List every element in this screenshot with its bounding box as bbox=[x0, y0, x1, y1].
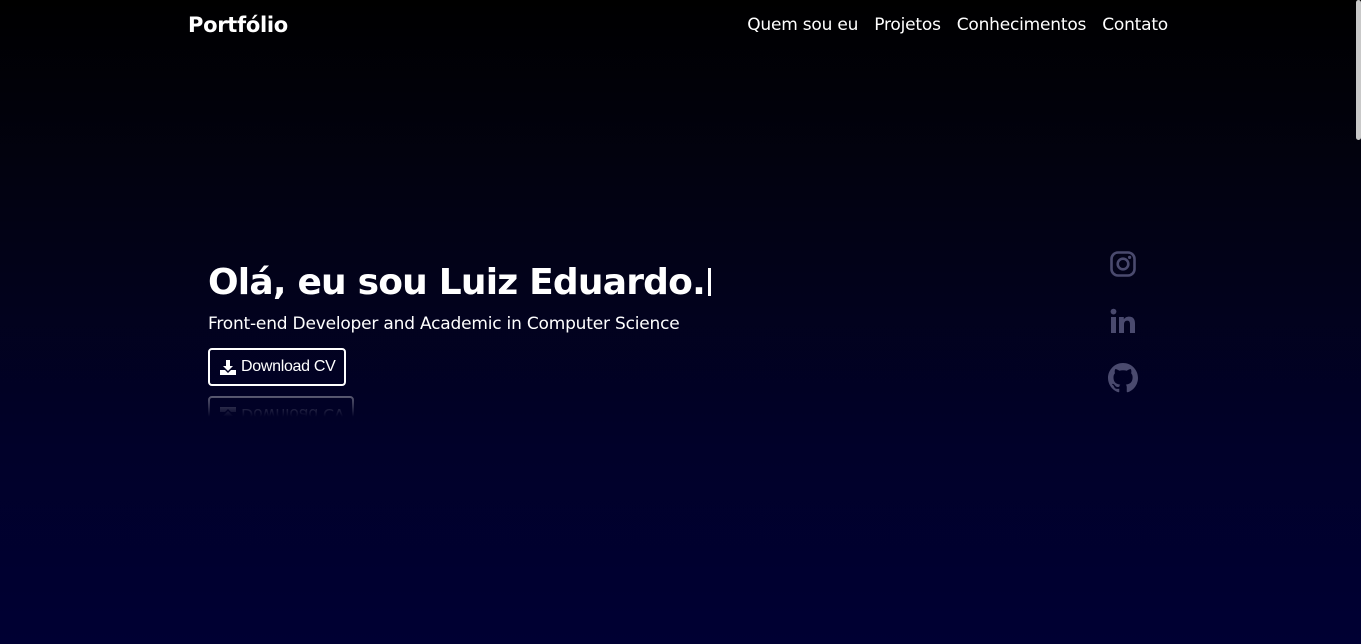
nav-link-conhecimentos[interactable]: Conhecimentos bbox=[957, 15, 1087, 35]
download-cv-reflection: Download CV bbox=[208, 396, 355, 434]
hero-section: Olá, eu sou Luiz Eduardo. Front-end Deve… bbox=[208, 258, 711, 334]
nav-link-quem-sou-eu[interactable]: Quem sou eu bbox=[747, 15, 858, 35]
main-nav: Quem sou eu Projetos Conhecimentos Conta… bbox=[747, 15, 1168, 35]
reflection-button: Download CV bbox=[208, 396, 355, 434]
nav-link-projetos[interactable]: Projetos bbox=[874, 15, 941, 35]
linkedin-link[interactable] bbox=[1108, 307, 1138, 335]
hero-subtitle: Front-end Developer and Academic in Comp… bbox=[208, 314, 680, 334]
nav-link-contato[interactable]: Contato bbox=[1102, 15, 1168, 35]
scrollbar[interactable] bbox=[1356, 0, 1361, 644]
brand-logo[interactable]: Portfólio bbox=[188, 13, 288, 37]
typing-caret bbox=[707, 268, 711, 296]
site-header: Portfólio Quem sou eu Projetos Conhecime… bbox=[0, 0, 1356, 54]
instagram-icon bbox=[1109, 250, 1137, 278]
download-icon bbox=[219, 359, 237, 376]
download-cv-area: Download CV Download CV bbox=[208, 348, 355, 434]
hero-title-text: Olá, eu sou Luiz Eduardo. bbox=[208, 262, 706, 303]
social-links bbox=[1108, 250, 1138, 393]
linkedin-icon bbox=[1109, 307, 1137, 335]
instagram-link[interactable] bbox=[1108, 250, 1138, 278]
download-icon bbox=[219, 407, 237, 424]
scrollbar-thumb[interactable] bbox=[1356, 0, 1361, 140]
github-link[interactable] bbox=[1108, 363, 1138, 393]
reflection-label: Download CV bbox=[241, 405, 345, 425]
hero-title: Olá, eu sou Luiz Eduardo. bbox=[208, 258, 711, 308]
download-cv-label: Download CV bbox=[241, 358, 336, 375]
github-icon bbox=[1108, 363, 1138, 393]
download-cv-button[interactable]: Download CV bbox=[208, 348, 346, 386]
